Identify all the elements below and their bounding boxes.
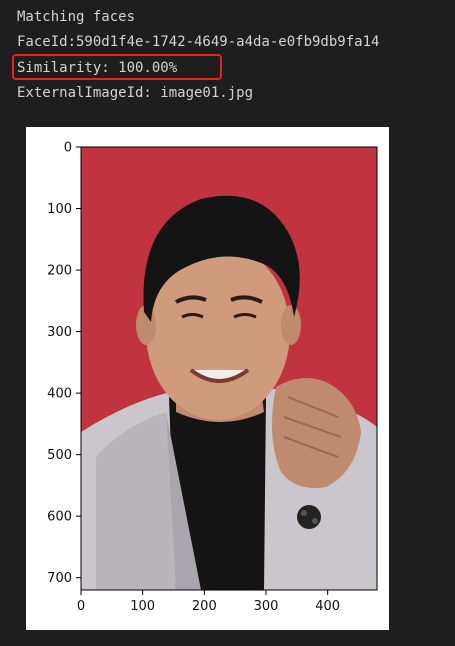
- image-plot: 0 100 200 300 400 0 100 200 300 400 500 600 700: [26, 127, 389, 630]
- y-tick-label: 200: [47, 264, 72, 279]
- face-photo: [81, 147, 377, 590]
- y-tick-label: 400: [47, 387, 72, 402]
- image-plot-svg: 0 100 200 300 400 0 100 200 300 400 500 600 700: [47, 141, 378, 614]
- y-tick-label: 600: [47, 510, 72, 525]
- y-tick-label: 300: [47, 325, 72, 340]
- x-tick-label: 400: [315, 599, 340, 614]
- y-axis: 0 100 200 300 400 500 600 700: [47, 141, 81, 586]
- x-tick-label: 300: [254, 599, 279, 614]
- output-line-face-id: FaceId:590d1f4e-1742-4649-a4da-e0fb9db9f…: [17, 34, 380, 50]
- y-tick-label: 100: [47, 202, 72, 217]
- y-tick-label: 500: [47, 448, 72, 463]
- notebook-output: Matching faces FaceId:590d1f4e-1742-4649…: [0, 0, 455, 646]
- similarity-highlight-box: [12, 54, 222, 80]
- x-axis: 0 100 200 300 400: [77, 590, 340, 614]
- x-tick-label: 0: [77, 599, 85, 614]
- output-line-external-image-id: ExternalImageId: image01.jpg: [17, 85, 254, 101]
- x-tick-label: 200: [192, 599, 217, 614]
- y-tick-label: 0: [64, 141, 72, 156]
- x-tick-label: 100: [130, 599, 155, 614]
- y-tick-label: 700: [47, 571, 72, 586]
- output-line-title: Matching faces: [17, 9, 136, 25]
